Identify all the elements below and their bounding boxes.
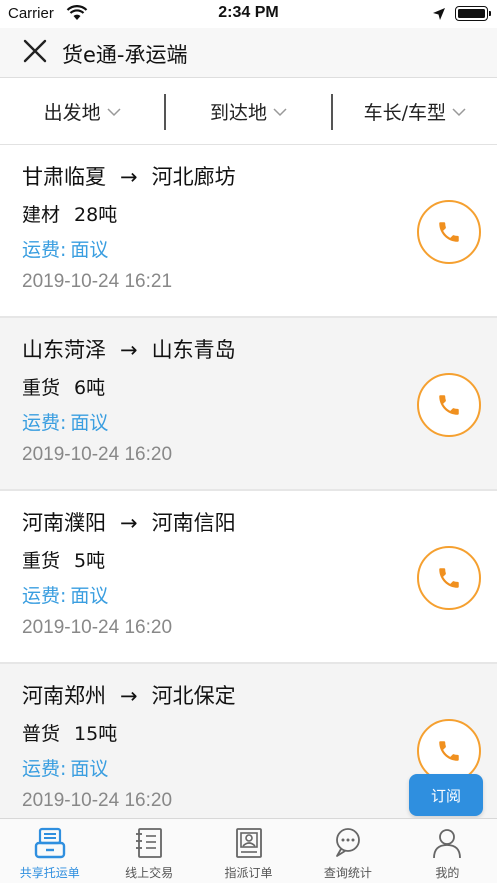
route-destination: 河南信阳 [151, 511, 236, 535]
filter-departure-label: 出发地 [43, 102, 101, 124]
fee-value: 面议 [70, 239, 109, 261]
route-origin: 甘肃临夏 [22, 165, 106, 189]
filter-vehicle[interactable]: 车长/车型 [333, 79, 497, 145]
phone-icon [439, 395, 459, 415]
route-destination: 河北廊坊 [151, 165, 236, 189]
cargo-weight: 5吨 [74, 550, 106, 572]
route-destination: 山东青岛 [151, 338, 236, 362]
close-icon[interactable] [22, 38, 48, 64]
fee-label: 运费: [22, 585, 67, 607]
freight-fee: 运费: 面议 [22, 408, 108, 435]
cargo-type: 重货 [22, 377, 61, 399]
list-item[interactable]: 甘肃临夏 → 河北廊坊 建材 28吨 运费: 面议 2019-10-24 16:21 [0, 145, 497, 318]
query-stats-icon [336, 828, 360, 857]
status-time: 2:34 PM [218, 4, 279, 21]
route-origin: 河南濮阳 [22, 511, 106, 535]
freight-fee: 运费: 面议 [22, 581, 108, 608]
post-time: 2019-10-24 16:21 [22, 271, 173, 292]
tab-label: 我的 [435, 866, 460, 880]
fee-value: 面议 [70, 758, 109, 780]
post-time: 2019-10-24 16:20 [22, 444, 173, 465]
tab-label: 查询统计 [323, 866, 372, 880]
assigned-order-icon [235, 828, 262, 858]
cargo-type: 建材 [22, 204, 61, 226]
page-title: 货e通-承运端 [62, 43, 188, 67]
filter-bar: 出发地 到达地 车长/车型 [0, 79, 497, 145]
filter-vehicle-label: 车长/车型 [363, 102, 447, 124]
shared-waybill-icon [34, 827, 65, 859]
freight-fee: 运费: 面议 [22, 754, 108, 781]
fee-label: 运费: [22, 239, 67, 261]
cargo-info: 重货 6吨 [22, 373, 105, 400]
cargo-info: 建材 28吨 [22, 200, 117, 227]
route: 甘肃临夏 → 河北廊坊 [22, 161, 236, 191]
route: 河南濮阳 → 河南信阳 [22, 507, 236, 537]
tab-query-stats[interactable]: 查询统计 [298, 819, 397, 883]
fee-value: 面议 [70, 585, 109, 607]
filter-departure[interactable]: 出发地 [0, 79, 164, 145]
tab-online-trade[interactable]: 线上交易 [99, 819, 198, 883]
cargo-type: 重货 [22, 550, 61, 572]
phone-icon [439, 568, 459, 588]
chevron-down-icon [452, 107, 466, 116]
cargo-weight: 15吨 [74, 723, 118, 745]
cargo-info: 重货 5吨 [22, 546, 105, 573]
shipment-list: 甘肃临夏 → 河北廊坊 建材 28吨 运费: 面议 2019-10-24 16:21 山… [0, 145, 497, 837]
freight-fee: 运费: 面议 [22, 235, 108, 262]
call-button[interactable] [417, 373, 481, 437]
list-item[interactable]: 河南濮阳 → 河南信阳 重货 5吨 运费: 面议 2019-10-24 16:20 [0, 491, 497, 664]
tab-assigned-order[interactable]: 指派订单 [199, 819, 298, 883]
post-time: 2019-10-24 16:20 [22, 790, 173, 811]
tab-shared-waybill[interactable]: 共享托运单 [0, 819, 99, 883]
route: 河南郑州 → 河北保定 [22, 680, 236, 710]
phone-icon [439, 741, 459, 761]
route-origin: 河南郑州 [22, 684, 106, 708]
chevron-down-icon [107, 107, 121, 116]
call-button[interactable] [417, 200, 481, 264]
route-origin: 山东菏泽 [22, 338, 106, 362]
call-button[interactable] [417, 546, 481, 610]
cargo-info: 普货 15吨 [22, 719, 117, 746]
tab-label: 线上交易 [125, 866, 174, 880]
route-arrow: → [120, 511, 138, 535]
fee-value: 面议 [70, 412, 109, 434]
list-item[interactable]: 山东菏泽 → 山东青岛 重货 6吨 运费: 面议 2019-10-24 16:20 [0, 318, 497, 491]
tab-label: 共享托运单 [19, 866, 80, 880]
route-arrow: → [120, 684, 138, 708]
cargo-weight: 28吨 [74, 204, 118, 226]
nav-bar: 货e通-承运端 [0, 28, 497, 78]
tab-label: 指派订单 [224, 866, 273, 880]
fee-label: 运费: [22, 758, 67, 780]
chevron-down-icon [273, 107, 287, 116]
cargo-weight: 6吨 [74, 377, 106, 399]
post-time: 2019-10-24 16:20 [22, 617, 173, 638]
tab-bar: 共享托运单 线上交易 指派订单 查询统计 我的 [0, 818, 497, 883]
cargo-type: 普货 [22, 723, 61, 745]
profile-icon [433, 829, 462, 859]
fee-label: 运费: [22, 412, 67, 434]
route-arrow: → [120, 338, 138, 362]
filter-destination-label: 到达地 [209, 102, 267, 124]
route-arrow: → [120, 165, 138, 189]
status-bar: Carrier 2:34 PM [0, 0, 497, 28]
battery-icon [455, 6, 491, 21]
online-trade-icon [136, 828, 163, 858]
location-arrow-icon [433, 8, 445, 20]
subscribe-button[interactable]: 订阅 [409, 774, 483, 816]
filter-destination[interactable]: 到达地 [166, 79, 330, 145]
route: 山东菏泽 → 山东青岛 [22, 334, 236, 364]
route-destination: 河北保定 [151, 684, 236, 708]
tab-profile[interactable]: 我的 [398, 819, 497, 883]
phone-icon [439, 222, 459, 242]
